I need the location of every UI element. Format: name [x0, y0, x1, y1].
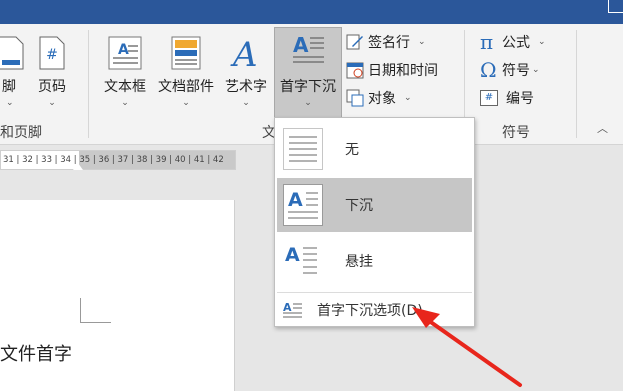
annotation-arrow	[412, 307, 522, 387]
